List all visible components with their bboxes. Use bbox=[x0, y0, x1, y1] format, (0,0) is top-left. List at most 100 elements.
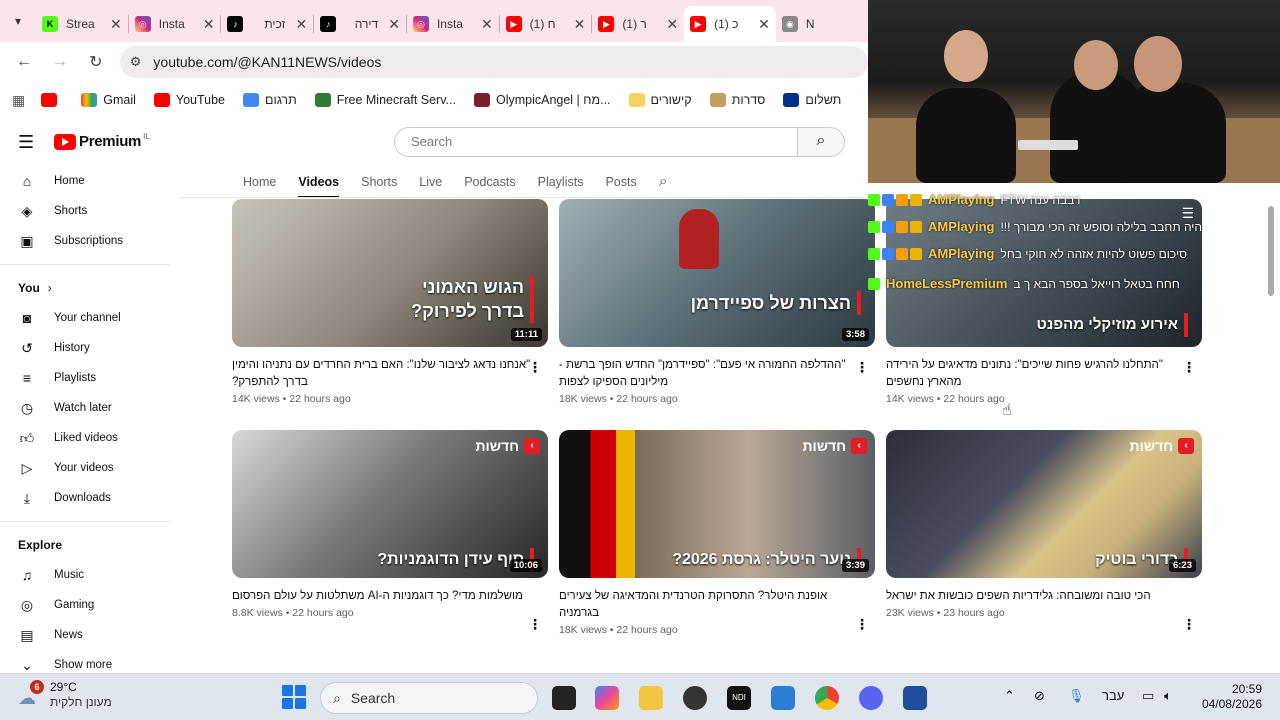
video-card[interactable]: הגוש האמוני בדרך לפירוק? 11:11 "אנחנו נדא… bbox=[232, 199, 548, 405]
microphone-icon[interactable]: 🎙︎ bbox=[1068, 688, 1085, 704]
discord-icon[interactable] bbox=[859, 686, 883, 710]
sidebar-item-news[interactable]: ▤ News bbox=[0, 620, 180, 650]
close-tab-icon[interactable]: ✕ bbox=[758, 16, 770, 33]
system-clock[interactable]: 20:59 04/08/2026 bbox=[1202, 682, 1262, 712]
tab-shorts[interactable]: Shorts bbox=[361, 166, 397, 198]
back-icon[interactable]: ← bbox=[6, 53, 42, 71]
sidebar-item-subscriptions[interactable]: ▣ Subscriptions bbox=[0, 226, 180, 256]
bookmark-item[interactable]: סדרות bbox=[709, 93, 765, 107]
more-actions-icon[interactable]: ⋮ bbox=[855, 616, 869, 633]
browser-tab-active[interactable]: ▶ (1) כ ✕ bbox=[684, 6, 776, 42]
close-tab-icon[interactable]: ✕ bbox=[110, 16, 122, 33]
more-actions-icon[interactable]: ⋮ bbox=[855, 359, 869, 376]
video-thumbnail[interactable]: הגוש האמוני בדרך לפירוק? 11:11 bbox=[232, 199, 548, 347]
tab-playlists[interactable]: Playlists bbox=[538, 166, 584, 198]
address-bar[interactable]: ⚙ youtube.com/@KAN11NEWS/videos bbox=[119, 46, 869, 78]
scrollbar[interactable] bbox=[1268, 206, 1274, 296]
close-tab-icon[interactable]: ✕ bbox=[388, 16, 400, 33]
windows-start-icon[interactable] bbox=[282, 685, 306, 709]
video-thumbnail[interactable]: חדשות ‹ נוער היטלר: גרסת 2026? 3:39 bbox=[559, 430, 875, 578]
tab-home[interactable]: Home bbox=[243, 166, 276, 198]
display-icon[interactable]: ▭ bbox=[1142, 688, 1154, 704]
video-title[interactable]: "אנחנו נדאג לציבור שלנו": האם ברית החרדי… bbox=[232, 357, 532, 391]
bookmark-item[interactable]: תשלום bbox=[783, 93, 841, 107]
tray-chevron-up-icon[interactable]: ⌃ bbox=[1004, 688, 1015, 704]
sidebar-item-shorts[interactable]: ◈ Shorts bbox=[0, 196, 180, 226]
tab-podcasts[interactable]: Podcasts bbox=[464, 166, 515, 198]
video-thumbnail[interactable]: הצרות של ספיידרמן 3:58 bbox=[559, 199, 875, 347]
obs-icon[interactable] bbox=[683, 686, 707, 710]
browser-tab[interactable]: ♪ דירה ✕ bbox=[314, 8, 406, 40]
more-actions-icon[interactable]: ⋮ bbox=[528, 616, 542, 633]
close-tab-icon[interactable]: ✕ bbox=[481, 16, 493, 33]
search-input[interactable]: Search bbox=[394, 127, 798, 157]
bookmark-item[interactable]: תרגום bbox=[243, 93, 297, 107]
bookmark-youtube-music[interactable] bbox=[41, 93, 63, 107]
video-title[interactable]: הכי טובה ומשובחה: גלידריות השפים כובשות … bbox=[886, 588, 1186, 605]
site-info-icon[interactable]: ⚙ bbox=[130, 54, 142, 70]
video-card[interactable]: חדשות ‹ סוף עידן הדוגמניות? 10:06 מושלמות… bbox=[232, 430, 548, 632]
teamviewer-icon[interactable] bbox=[903, 686, 927, 710]
close-tab-icon[interactable]: ✕ bbox=[203, 16, 215, 33]
video-card[interactable]: חדשות ‹ כדורי בוטיק 6:23 הכי טובה ומשובחה… bbox=[886, 430, 1202, 632]
bookmark-item[interactable]: קישורים bbox=[628, 93, 692, 107]
channel-search-icon[interactable]: ⌕ bbox=[659, 166, 668, 198]
menu-icon[interactable]: ☰ bbox=[18, 132, 34, 153]
volume-icon[interactable]: 🔈︎ bbox=[1164, 688, 1172, 704]
copilot-icon[interactable] bbox=[595, 686, 619, 710]
tab-posts[interactable]: Posts bbox=[605, 166, 636, 198]
bookmark-item[interactable]: YouTube bbox=[153, 93, 225, 107]
sidebar-item-watch-later[interactable]: ◷ Watch later bbox=[0, 393, 180, 423]
sidebar-item-home[interactable]: ⌂ Home bbox=[0, 166, 180, 196]
bookmark-item[interactable]: OlympicAngel | מח... bbox=[473, 93, 611, 107]
video-title[interactable]: "ההדלפה החמורה אי פעם": "ספיידרמן" החדש … bbox=[559, 357, 859, 391]
sidebar-you-header[interactable]: You › bbox=[0, 273, 180, 303]
forward-icon[interactable]: → bbox=[42, 53, 78, 71]
notepad-icon[interactable] bbox=[771, 686, 795, 710]
video-title[interactable]: אופנת היטלר? התסרוקת הטרנדית והמדאיגה של… bbox=[559, 588, 859, 622]
browser-tab[interactable]: ▶ (1) ר ✕ bbox=[592, 8, 684, 40]
video-card[interactable]: חדשות ‹ נוער היטלר: גרסת 2026? 3:39 אופנת… bbox=[559, 430, 875, 636]
sidebar-item-your-videos[interactable]: ▷ Your videos bbox=[0, 453, 180, 483]
search-button[interactable]: ⌕ bbox=[797, 127, 845, 157]
close-tab-icon[interactable]: ✕ bbox=[574, 16, 586, 33]
sidebar-item-downloads[interactable]: ⤓ Downloads bbox=[0, 483, 180, 513]
language-indicator[interactable]: עבר bbox=[1102, 688, 1124, 703]
more-actions-icon[interactable]: ⋮ bbox=[528, 359, 542, 376]
tab-live[interactable]: Live bbox=[419, 166, 442, 198]
bookmark-item[interactable]: Free Minecraft Serv... bbox=[314, 93, 456, 107]
taskbar-search-input[interactable]: ⌕ Search bbox=[320, 682, 538, 714]
video-thumbnail[interactable]: חדשות ‹ סוף עידן הדוגמניות? 10:06 bbox=[232, 430, 548, 578]
browser-tab[interactable]: K Strea ✕ bbox=[36, 8, 128, 40]
sidebar-item-show-more[interactable]: ⌄ Show more bbox=[0, 650, 180, 674]
ndi-icon[interactable]: NDI bbox=[727, 686, 751, 710]
chrome-icon[interactable] bbox=[815, 686, 839, 710]
tab-videos[interactable]: Videos bbox=[298, 166, 339, 198]
bookmark-item[interactable]: Gmail bbox=[81, 93, 136, 107]
tab-search-chevron-icon[interactable]: ▾ bbox=[0, 0, 36, 42]
more-actions-icon[interactable]: ⋮ bbox=[1182, 359, 1196, 376]
close-tab-icon[interactable]: ✕ bbox=[295, 16, 307, 33]
file-explorer-icon[interactable] bbox=[639, 686, 663, 710]
more-actions-icon[interactable]: ⋮ bbox=[1182, 616, 1196, 633]
browser-tab[interactable]: ♪ זכית ✕ bbox=[221, 8, 313, 40]
browser-tab[interactable]: ▶ (1) ח ✕ bbox=[500, 8, 592, 40]
close-tab-icon[interactable]: ✕ bbox=[666, 16, 678, 33]
network-off-icon[interactable]: ⊘ bbox=[1034, 688, 1045, 704]
reload-icon[interactable]: ↻ bbox=[78, 52, 114, 72]
video-thumbnail[interactable]: חדשות ‹ כדורי בוטיק 6:23 bbox=[886, 430, 1202, 578]
apps-grid-icon[interactable]: ▦ bbox=[12, 92, 25, 109]
sidebar-item-your-channel[interactable]: ◙ Your channel bbox=[0, 303, 180, 333]
sidebar-item-music[interactable]: ♫ Music bbox=[0, 560, 180, 590]
video-title[interactable]: "התחלנו להרגיש פחות שייכים": נתונים מדאי… bbox=[886, 357, 1186, 391]
browser-tab[interactable]: ◎ Insta ✕ bbox=[129, 8, 221, 40]
sidebar-item-playlists[interactable]: ≡ Playlists bbox=[0, 363, 180, 393]
video-card[interactable]: הצרות של ספיידרמן 3:58 "ההדלפה החמורה אי… bbox=[559, 199, 875, 405]
sidebar-item-history[interactable]: ↺ History bbox=[0, 333, 180, 363]
sidebar-item-gaming[interactable]: ◎ Gaming bbox=[0, 590, 180, 620]
browser-tab[interactable]: ◎ Insta ✕ bbox=[407, 8, 499, 40]
video-title[interactable]: מושלמות מדי? כך דוגמניות ה-AI משתלטות על… bbox=[232, 588, 532, 605]
sidebar-item-liked-videos[interactable]: 👍︎ Liked videos bbox=[0, 423, 180, 453]
youtube-premium-logo[interactable]: Premium IL bbox=[54, 132, 150, 150]
browser-tab[interactable]: ◉ N bbox=[776, 8, 821, 40]
